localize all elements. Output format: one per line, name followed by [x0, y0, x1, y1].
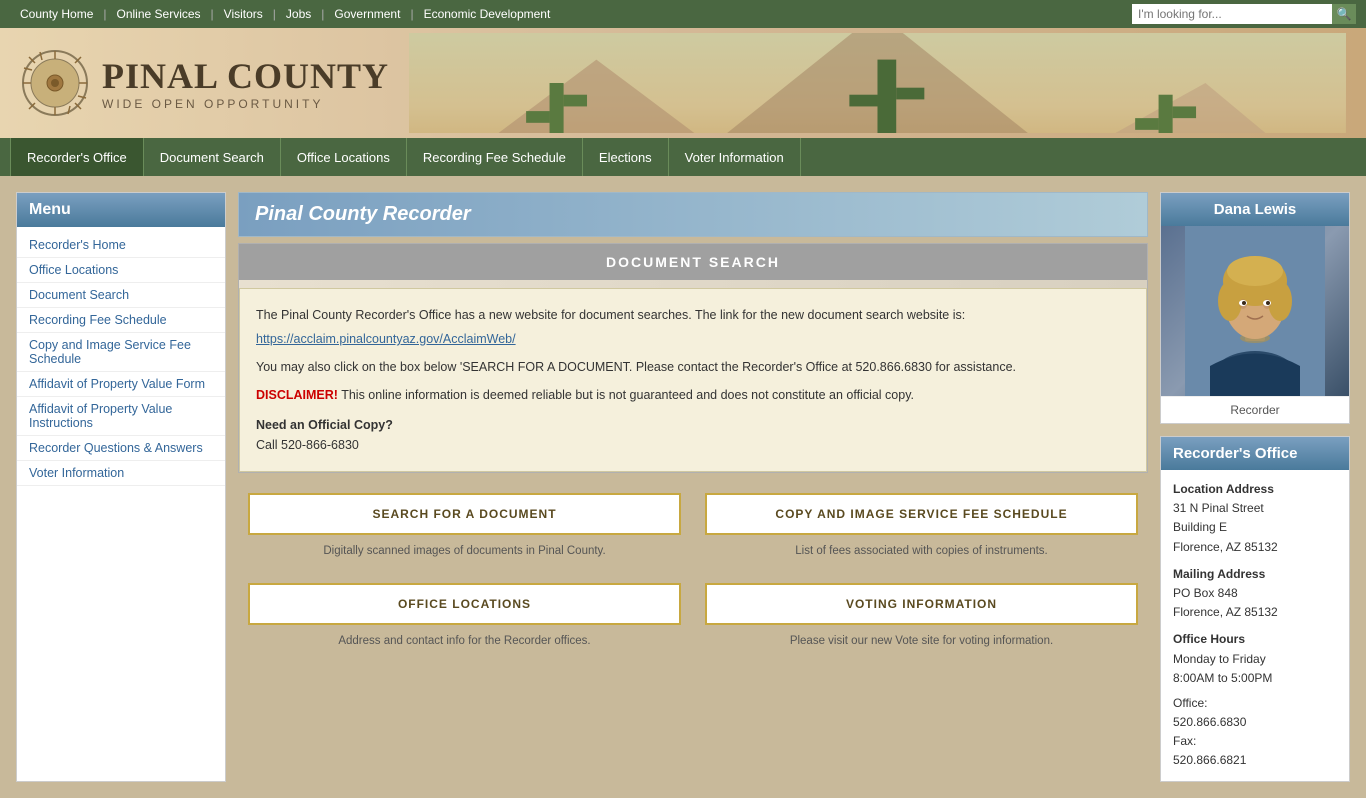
left-sidebar: Menu Recorder's Home Office Locations Do… [16, 192, 226, 782]
nav-document-search[interactable]: Document Search [144, 138, 281, 176]
office-card-title: Recorder's Office [1161, 437, 1349, 470]
search-document-desc: Digitally scanned images of documents in… [323, 543, 605, 559]
main-content: Pinal County Recorder DOCUMENT SEARCH Th… [238, 192, 1148, 782]
content-wrapper: Menu Recorder's Home Office Locations Do… [0, 176, 1366, 798]
office-locations-desc: Address and contact info for the Recorde… [338, 633, 590, 649]
office-card: Recorder's Office Location Address 31 N … [1160, 436, 1350, 782]
need-official-copy-label: Need an Official Copy? [256, 415, 1130, 435]
disclaimer-text: This online information is deemed reliab… [338, 388, 914, 402]
office-hours-days: Monday to Friday [1173, 652, 1266, 666]
fax-number: 520.866.6821 [1173, 753, 1246, 767]
location-line2: Building E [1173, 520, 1227, 534]
sidebar-menu: Recorder's Home Office Locations Documen… [17, 227, 225, 492]
logo-tagline: WIDE OPEN OPPORTUNITY [102, 97, 389, 111]
site-logo: PINAL COUNTY WIDE OPEN OPPORTUNITY [20, 48, 389, 118]
search-document-group: SEARCH FOR A DOCUMENT Digitally scanned … [248, 493, 681, 559]
recorder-photo-svg [1185, 226, 1325, 396]
document-search-section: DOCUMENT SEARCH The Pinal County Recorde… [238, 243, 1148, 473]
logo-text: PINAL COUNTY WIDE OPEN OPPORTUNITY [102, 55, 389, 111]
nav-elections[interactable]: Elections [583, 138, 669, 176]
top-search-form: 🔍 [1132, 4, 1356, 24]
main-navigation: Recorder's Office Document Search Office… [0, 138, 1366, 176]
doc-search-paragraph1: The Pinal County Recorder's Office has a… [256, 305, 1130, 325]
sidebar-item-recording-fee-schedule[interactable]: Recording Fee Schedule [17, 308, 225, 333]
recorder-name: Dana Lewis [1161, 193, 1349, 226]
recorder-photo [1161, 226, 1349, 396]
sidebar-item-copy-image-service[interactable]: Copy and Image Service Fee Schedule [17, 333, 225, 372]
disclaimer-label: DISCLAIMER! [256, 388, 338, 402]
search-document-button[interactable]: SEARCH FOR A DOCUMENT [248, 493, 681, 535]
nav-recorders-office[interactable]: Recorder's Office [10, 138, 144, 176]
mailing-line2: Florence, AZ 85132 [1173, 605, 1278, 619]
search-input[interactable] [1132, 4, 1332, 24]
doc-search-body: The Pinal County Recorder's Office has a… [239, 288, 1147, 472]
action-buttons-grid: SEARCH FOR A DOCUMENT Digitally scanned … [238, 493, 1148, 649]
need-official-copy-phone: Call 520-866-6830 [256, 435, 1130, 455]
nav-voter-information[interactable]: Voter Information [669, 138, 801, 176]
topnav-economic-development[interactable]: Economic Development [414, 7, 561, 21]
office-locations-button[interactable]: OFFICE LOCATIONS [248, 583, 681, 625]
topnav-county-home[interactable]: County Home [10, 7, 103, 21]
sidebar-item-affidavit-form[interactable]: Affidavit of Property Value Form [17, 372, 225, 397]
location-line3: Florence, AZ 85132 [1173, 540, 1278, 554]
office-phone-label: Office: [1173, 696, 1207, 710]
location-line1: 31 N Pinal Street [1173, 501, 1264, 515]
copy-image-fee-desc: List of fees associated with copies of i… [795, 543, 1047, 559]
voting-information-group: VOTING INFORMATION Please visit our new … [705, 583, 1138, 649]
sidebar-item-recorders-home[interactable]: Recorder's Home [17, 233, 225, 258]
office-phone-number: 520.866.6830 [1173, 715, 1246, 729]
mailing-line1: PO Box 848 [1173, 586, 1238, 600]
copy-image-fee-group: COPY AND IMAGE SERVICE FEE SCHEDULE List… [705, 493, 1138, 559]
search-button[interactable]: 🔍 [1332, 4, 1356, 24]
sidebar-item-voter-information[interactable]: Voter Information [17, 461, 225, 486]
nav-recording-fee-schedule[interactable]: Recording Fee Schedule [407, 138, 583, 176]
mailing-address-label: Mailing Address [1173, 565, 1337, 584]
sidebar-item-office-locations[interactable]: Office Locations [17, 258, 225, 283]
recorder-card: Dana Lewis [1160, 192, 1350, 424]
voting-information-button[interactable]: VOTING INFORMATION [705, 583, 1138, 625]
copy-image-fee-button[interactable]: COPY AND IMAGE SERVICE FEE SCHEDULE [705, 493, 1138, 535]
sidebar-item-affidavit-instructions[interactable]: Affidavit of Property Value Instructions [17, 397, 225, 436]
fax-label: Fax: [1173, 734, 1196, 748]
topnav-online-services[interactable]: Online Services [107, 7, 211, 21]
topnav-visitors[interactable]: Visitors [214, 7, 273, 21]
topnav-government[interactable]: Government [324, 7, 410, 21]
site-header: PINAL COUNTY WIDE OPEN OPPORTUNITY [0, 28, 1366, 138]
right-sidebar: Dana Lewis [1160, 192, 1350, 782]
nav-office-locations[interactable]: Office Locations [281, 138, 407, 176]
office-card-body: Location Address 31 N Pinal Street Build… [1161, 470, 1349, 781]
doc-search-link[interactable]: https://acclaim.pinalcountyaz.gov/Acclai… [256, 332, 516, 346]
logo-emblem-icon [20, 48, 90, 118]
sidebar-title: Menu [17, 193, 225, 227]
recorder-role-label: Recorder [1161, 396, 1349, 423]
sidebar-item-recorder-qa[interactable]: Recorder Questions & Answers [17, 436, 225, 461]
office-locations-group: OFFICE LOCATIONS Address and contact inf… [248, 583, 681, 649]
sidebar-item-document-search[interactable]: Document Search [17, 283, 225, 308]
top-navigation-bar: County Home | Online Services | Visitors… [0, 0, 1366, 28]
doc-search-paragraph2: You may also click on the box below 'SEA… [256, 357, 1130, 377]
location-address-label: Location Address [1173, 480, 1337, 499]
office-hours-label: Office Hours [1173, 630, 1337, 649]
page-title: Pinal County Recorder [238, 192, 1148, 237]
logo-county-name: PINAL COUNTY [102, 55, 389, 97]
office-hours-time: 8:00AM to 5:00PM [1173, 671, 1272, 685]
doc-search-header: DOCUMENT SEARCH [239, 244, 1147, 280]
header-background-image [409, 33, 1346, 133]
topnav-jobs[interactable]: Jobs [276, 7, 321, 21]
voting-information-desc: Please visit our new Vote site for votin… [790, 633, 1053, 649]
